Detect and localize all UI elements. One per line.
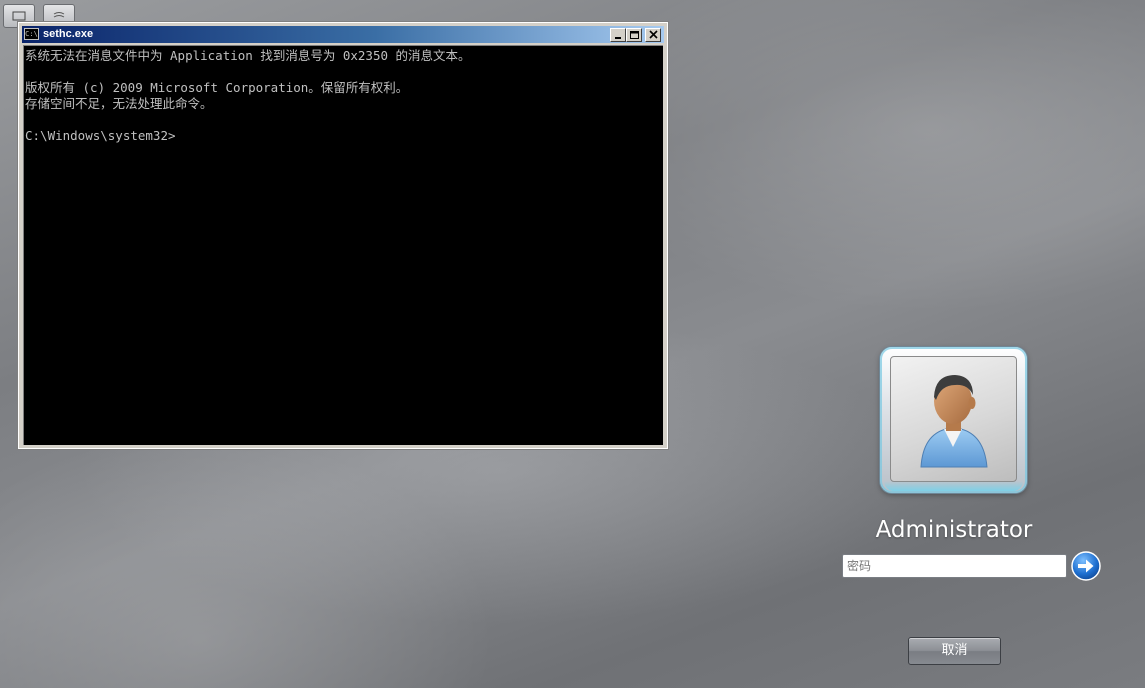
console-line: 存储空间不足，无法处理此命令。	[25, 96, 213, 111]
user-tile[interactable]	[880, 347, 1027, 493]
console-window[interactable]: C:\ sethc.exe 系统无法在消息文件中为 Application 找到…	[17, 21, 669, 450]
console-prompt[interactable]: C:\Windows\system32>	[25, 128, 663, 144]
username-label: Administrator	[875, 517, 1033, 543]
password-field[interactable]	[842, 554, 1067, 578]
minimize-button[interactable]	[610, 28, 626, 42]
arrow-right-icon	[1071, 551, 1101, 581]
console-icon: C:\	[24, 28, 39, 40]
maximize-icon	[630, 31, 639, 39]
keyboard-icon	[12, 11, 26, 21]
user-avatar-icon	[920, 375, 988, 468]
maximize-button[interactable]	[626, 28, 642, 42]
console-line: 版权所有 (c) 2009 Microsoft Corporation。保留所有…	[25, 80, 409, 95]
console-line: 系统无法在消息文件中为 Application 找到消息号为 0x2350 的消…	[25, 48, 471, 63]
close-button[interactable]	[645, 28, 661, 42]
cancel-button[interactable]: 取消	[908, 637, 1001, 665]
minimize-icon	[615, 37, 621, 39]
console-output[interactable]: 系统无法在消息文件中为 Application 找到消息号为 0x2350 的消…	[23, 45, 663, 445]
window-title: sethc.exe	[43, 28, 94, 40]
avatar	[890, 356, 1017, 482]
submit-button[interactable]	[1071, 551, 1101, 581]
title-bar[interactable]: C:\ sethc.exe	[22, 26, 664, 43]
close-icon	[649, 30, 658, 39]
ease-of-access-icon	[53, 12, 65, 18]
